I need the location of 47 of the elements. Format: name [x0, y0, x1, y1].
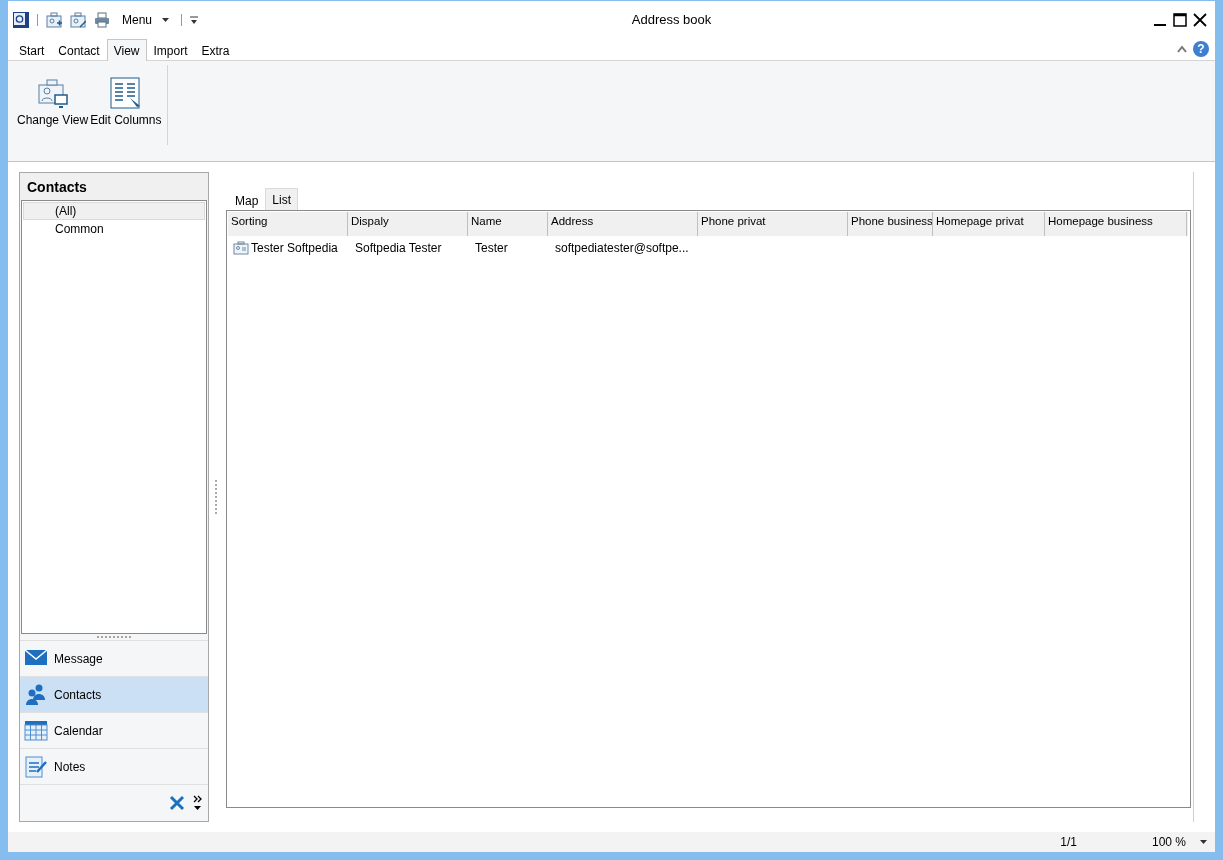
table-cell-text: Softpedia Tester — [354, 240, 443, 257]
contact-card-icon — [233, 241, 249, 255]
collapse-ribbon-icon[interactable] — [1177, 45, 1187, 53]
ribbon-tab[interactable]: Contact — [51, 40, 107, 61]
close-icon[interactable] — [1193, 12, 1207, 27]
group-item[interactable]: Common — [23, 220, 205, 238]
display-mode-tab[interactable]: Map — [228, 190, 266, 210]
caret-icon — [1200, 840, 1207, 844]
table-cell-text: Tester — [474, 240, 509, 257]
app-icon[interactable] — [13, 11, 29, 28]
maximize-icon[interactable] — [1173, 12, 1187, 27]
customize-caret-icon[interactable] — [190, 15, 199, 24]
column-header[interactable]: Address — [548, 212, 698, 236]
contact-card-view-icon — [36, 77, 69, 109]
new-contact-icon[interactable] — [46, 11, 62, 28]
column-header[interactable]: Sorting — [228, 212, 348, 236]
ribbon-tab[interactable]: Extra — [194, 40, 237, 61]
ribbon-tab[interactable]: View — [106, 39, 147, 61]
column-header[interactable]: Dispaly — [348, 212, 468, 236]
group-item[interactable]: (All) — [23, 202, 205, 220]
nav-item[interactable]: Contacts — [20, 676, 208, 712]
column-header[interactable]: Homepage privat — [933, 212, 1045, 236]
notes-icon — [24, 754, 48, 779]
column-header[interactable]: Phone business — [848, 212, 933, 236]
page-counter: 1/1 — [1060, 835, 1077, 849]
edit-columns-button[interactable]: Edit Columns — [89, 77, 163, 127]
more-options-icon[interactable] — [193, 795, 202, 811]
table-cell-text: softpediatester@softpe... — [554, 240, 690, 257]
display-mode-tab[interactable]: List — [265, 188, 299, 210]
ribbon-tab[interactable]: Start — [12, 40, 52, 61]
column-header[interactable]: Homepage business — [1045, 212, 1187, 236]
columns-list-icon — [109, 77, 142, 109]
table-cell: Tester Softpedia — [251, 241, 338, 255]
people-icon — [24, 682, 48, 707]
window-title: Address book — [631, 12, 712, 27]
print-icon[interactable] — [94, 11, 110, 28]
caret-icon — [162, 17, 170, 22]
help-button[interactable]: ? — [1193, 41, 1209, 57]
zoom-dropdown[interactable]: 100 % — [1151, 835, 1207, 849]
edit-contact-icon[interactable] — [70, 11, 86, 28]
column-header[interactable]: Name — [468, 212, 548, 236]
column-header[interactable]: Phone privat — [698, 212, 848, 236]
ribbon-tab[interactable]: Import — [146, 40, 195, 61]
sidebar-title: Contacts — [27, 178, 87, 195]
calendar-icon — [24, 718, 48, 743]
change-view-button[interactable]: Change View — [16, 77, 90, 127]
menu-button[interactable]: Menu — [118, 12, 174, 27]
